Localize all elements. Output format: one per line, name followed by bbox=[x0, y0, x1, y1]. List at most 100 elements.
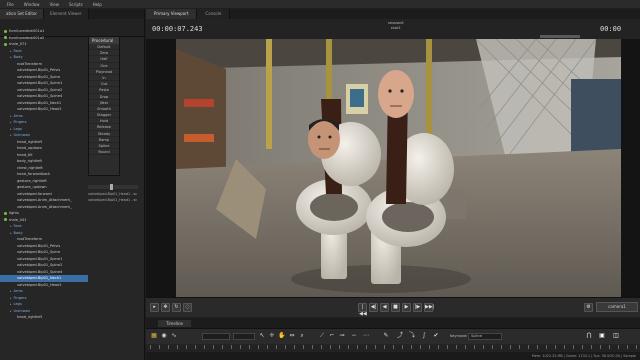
proc-list-item[interactable]: valvebiped.Bip01_Head1 - sc bbox=[88, 192, 143, 198]
head-left bbox=[308, 119, 340, 159]
proc-list-item[interactable]: valvebiped.Bip01_Head1 - sc bbox=[88, 198, 143, 204]
curve-linear-icon[interactable]: ⟋ bbox=[318, 332, 326, 340]
ease-icon[interactable]: ∫ bbox=[420, 332, 428, 340]
expand-triangle-icon[interactable]: ▸ bbox=[10, 54, 12, 60]
stop-button[interactable]: ■ bbox=[391, 303, 400, 312]
keymode-select[interactable]: Spline bbox=[468, 333, 502, 340]
ruler-tick bbox=[501, 345, 502, 349]
expand-triangle-icon[interactable]: ▸ bbox=[10, 132, 12, 138]
ruler-tick bbox=[393, 345, 394, 349]
slider-knob[interactable] bbox=[110, 184, 113, 190]
tab-timeline[interactable]: Timeline bbox=[158, 320, 192, 327]
ruler-tick bbox=[249, 345, 250, 349]
jump-end-button[interactable]: ▶▶| bbox=[424, 303, 434, 312]
curve-spline-icon[interactable]: ∽ bbox=[350, 332, 358, 340]
select-icon[interactable]: ↖ bbox=[258, 332, 266, 340]
tab-primary-viewport[interactable]: Primary Viewport bbox=[146, 9, 198, 19]
expand-triangle-icon[interactable]: ▸ bbox=[10, 113, 12, 119]
expand-triangle-icon[interactable]: ▸ bbox=[10, 126, 12, 132]
motion-editor-icon[interactable]: ◉ bbox=[160, 332, 168, 340]
tree-item-label: valvebiped.Anim_Attachment_ bbox=[17, 204, 72, 209]
expand-triangle-icon[interactable]: ▸ bbox=[10, 223, 12, 229]
tree-item-label: valvebiped.Bip01_Pelvis bbox=[17, 243, 61, 248]
expand-triangle-icon[interactable]: ▸ bbox=[10, 308, 12, 314]
expand-triangle-icon[interactable]: ▸ bbox=[10, 230, 12, 236]
ruler-tick bbox=[258, 345, 259, 349]
ruler-tick bbox=[204, 345, 205, 349]
tree-item-label: head_updown bbox=[17, 146, 43, 151]
procedural-panel: Procedural Default Zero Half One Playhead In O… bbox=[88, 36, 120, 176]
expand-triangle-icon[interactable]: ▸ bbox=[10, 48, 12, 54]
visibility-dot-icon[interactable] bbox=[4, 29, 7, 33]
menu-view[interactable]: View bbox=[44, 2, 64, 7]
ruler-tick bbox=[456, 345, 457, 349]
tree-item-label: Face bbox=[13, 48, 22, 53]
expand-triangle-icon[interactable]: ▸ bbox=[10, 301, 12, 307]
curve-step-icon[interactable]: ⌐ bbox=[328, 332, 336, 340]
ruler-tick bbox=[627, 345, 628, 349]
play-reverse-button[interactable]: ◀ bbox=[380, 303, 389, 312]
visibility-dot-icon[interactable] bbox=[4, 42, 7, 46]
tab-console[interactable]: Console bbox=[197, 9, 231, 19]
time-field-2[interactable] bbox=[233, 333, 255, 340]
step-back-button[interactable]: ◀| bbox=[369, 303, 378, 312]
scale-icon[interactable]: ⇔ bbox=[288, 332, 296, 340]
move-tool-icon[interactable]: ✥ bbox=[161, 303, 170, 312]
ruler-tick bbox=[222, 345, 223, 349]
visibility-dot-icon[interactable] bbox=[4, 211, 7, 215]
clip-editor-icon[interactable]: ▦ bbox=[150, 332, 158, 340]
pen-icon[interactable]: ✎ bbox=[382, 332, 390, 340]
expand-triangle-icon[interactable]: ▸ bbox=[10, 119, 12, 125]
select-tool-icon[interactable]: ▸ bbox=[150, 303, 159, 312]
bookmark-icon[interactable]: ✔ bbox=[432, 332, 440, 340]
menu-file[interactable]: File bbox=[2, 2, 19, 7]
menu-window[interactable]: Window bbox=[19, 2, 45, 7]
ruler-tick bbox=[276, 345, 277, 349]
tab-element-viewer[interactable]: Element Viewer bbox=[44, 9, 89, 19]
tangent-icon[interactable]: ⋯ bbox=[362, 332, 370, 340]
procedural-slider[interactable] bbox=[88, 184, 138, 190]
ruler-tick bbox=[240, 345, 241, 349]
curve-flat-icon[interactable]: ⊸ bbox=[338, 332, 346, 340]
ruler-tick bbox=[285, 345, 286, 349]
magnet-icon[interactable]: ⋂ bbox=[585, 332, 593, 340]
camera-button[interactable]: camera1 bbox=[596, 302, 638, 312]
snap-icon[interactable]: ◫ bbox=[612, 332, 620, 340]
letterbox-right bbox=[621, 39, 640, 297]
menu-help[interactable]: Help bbox=[88, 2, 107, 7]
rotate-tool-icon[interactable]: ↻ bbox=[172, 303, 181, 312]
time-field-1[interactable] bbox=[202, 333, 230, 340]
play-button[interactable]: ▶ bbox=[402, 303, 411, 312]
move-icon[interactable]: ✛ bbox=[268, 332, 276, 340]
hand-icon[interactable]: ✋ bbox=[278, 332, 286, 340]
tree-item[interactable]: head_rightleft bbox=[0, 314, 88, 321]
key-out-icon[interactable]: ⤵ bbox=[408, 332, 416, 340]
expand-triangle-icon[interactable]: ▸ bbox=[10, 288, 12, 294]
procedural-item[interactable]: Round bbox=[89, 149, 119, 156]
zoom-icon[interactable]: ⌕ bbox=[298, 332, 306, 340]
ruler-tick bbox=[537, 345, 538, 349]
viewport-scroll[interactable] bbox=[540, 35, 580, 38]
orbit-tool-icon[interactable]: ◌ bbox=[183, 303, 192, 312]
tree-item-label: Unknown bbox=[13, 133, 31, 138]
visibility-dot-icon[interactable] bbox=[4, 36, 7, 40]
tab-animation-set-editor[interactable]: ation Set Editor bbox=[0, 9, 45, 19]
menu-scripts[interactable]: Scripts bbox=[64, 2, 88, 7]
letterbox-left bbox=[146, 39, 176, 297]
tree-item-label: furnituredesk001a1 bbox=[9, 29, 45, 34]
graph-editor-icon[interactable]: ∿ bbox=[170, 332, 178, 340]
jump-start-button[interactable]: |◀◀ bbox=[358, 303, 367, 317]
tree-item-label: valvebiped.Bip01_Spine4 bbox=[17, 94, 63, 99]
key-in-icon[interactable]: ⤴ bbox=[396, 332, 404, 340]
animation-set-tree: furnituredesk001a1 furnituredesk001a2 male… bbox=[0, 28, 88, 350]
lock-icon[interactable]: ▣ bbox=[598, 332, 606, 340]
tree-item-label: chest_rightleft bbox=[17, 165, 43, 170]
step-forward-button[interactable]: |▶ bbox=[413, 303, 422, 312]
expand-triangle-icon[interactable]: ▸ bbox=[10, 295, 12, 301]
tree-item-label: valvebiped.Bip01_Head1 bbox=[17, 282, 62, 287]
ruler-tick bbox=[195, 345, 196, 349]
render-viewport[interactable] bbox=[176, 39, 621, 297]
visibility-dot-icon[interactable] bbox=[4, 218, 7, 222]
tree-item-label: gesture_updown bbox=[17, 185, 47, 190]
camera-settings-icon[interactable]: ⚙ bbox=[584, 303, 593, 312]
